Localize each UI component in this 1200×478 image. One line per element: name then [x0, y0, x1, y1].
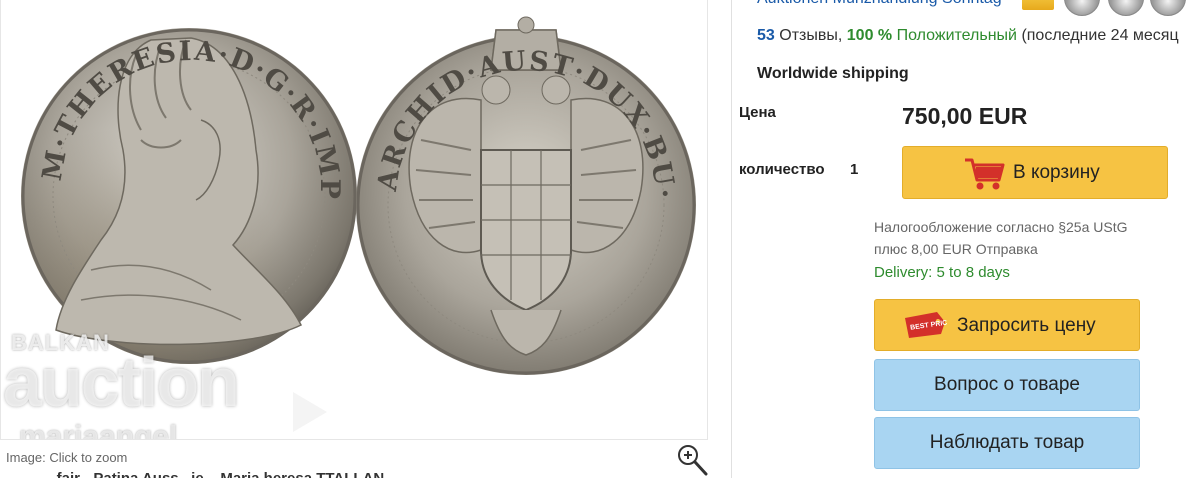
- column-divider: [731, 0, 732, 478]
- medal-icon: [1150, 0, 1186, 16]
- image-caption: Image: Click to zoom: [6, 450, 128, 465]
- best-price-tag-icon: BEST PRICE: [905, 312, 947, 338]
- feedback-label: Отзывы,: [779, 27, 843, 44]
- watch-item-label: Наблюдать товар: [929, 432, 1085, 453]
- medal-icon: [1064, 0, 1100, 16]
- positive-percent: 100 %: [846, 27, 893, 44]
- feedback-period: (последние 24 месяц: [1021, 27, 1179, 44]
- price-label: Цена: [739, 104, 776, 121]
- ask-question-label: Вопрос о товаре: [934, 374, 1080, 395]
- request-price-button[interactable]: BEST PRICE Запросить цену: [874, 299, 1140, 351]
- cart-icon: [965, 158, 1005, 190]
- ask-question-button[interactable]: Вопрос о товаре: [874, 359, 1140, 411]
- add-to-cart-label: В корзину: [1013, 162, 1100, 183]
- quantity-label: количество: [739, 161, 825, 178]
- item-image-panel[interactable]: M·THERESIA·D·G·R·IMP·GE·HU·BO·REG·: [0, 0, 708, 440]
- watermark-main: auction: [3, 343, 240, 421]
- price-value: 750,00 EUR: [902, 103, 1028, 129]
- watch-item-button[interactable]: Наблюдать товар: [874, 417, 1140, 469]
- feedback-count[interactable]: 53: [757, 27, 775, 44]
- request-price-label: Запросить цену: [957, 315, 1096, 336]
- coin-obverse: M·THERESIA·D·G·R·IMP·GE·HU·BO·REG·: [1, 0, 357, 364]
- add-to-cart-button[interactable]: В корзину: [902, 146, 1168, 199]
- seller-badge-icon: [1022, 0, 1054, 10]
- seller-name-link[interactable]: Auktionen Münzhandlung Sonntag: [757, 0, 1002, 8]
- seller-feedback: 53 Отзывы, 100 % Положительный (последни…: [757, 27, 1179, 45]
- quantity-value[interactable]: 1: [850, 161, 858, 178]
- positive-label: Положительный: [896, 27, 1017, 44]
- watermark-play-icon: [293, 392, 327, 432]
- delivery-time: Delivery: 5 to 8 days: [874, 264, 1010, 281]
- shipping-cost: плюс 8,00 EUR Отправка: [874, 241, 1038, 257]
- tax-note: Налогообложение согласно §25a UStG: [874, 219, 1128, 235]
- medal-icon: [1108, 0, 1144, 16]
- zoom-icon[interactable]: [676, 442, 708, 476]
- worldwide-shipping: Worldwide shipping: [757, 65, 909, 82]
- item-title-partial: ... fair - Patina Auss...ie... Maria her…: [40, 470, 401, 478]
- watermark-user: mariaangel: [19, 420, 178, 440]
